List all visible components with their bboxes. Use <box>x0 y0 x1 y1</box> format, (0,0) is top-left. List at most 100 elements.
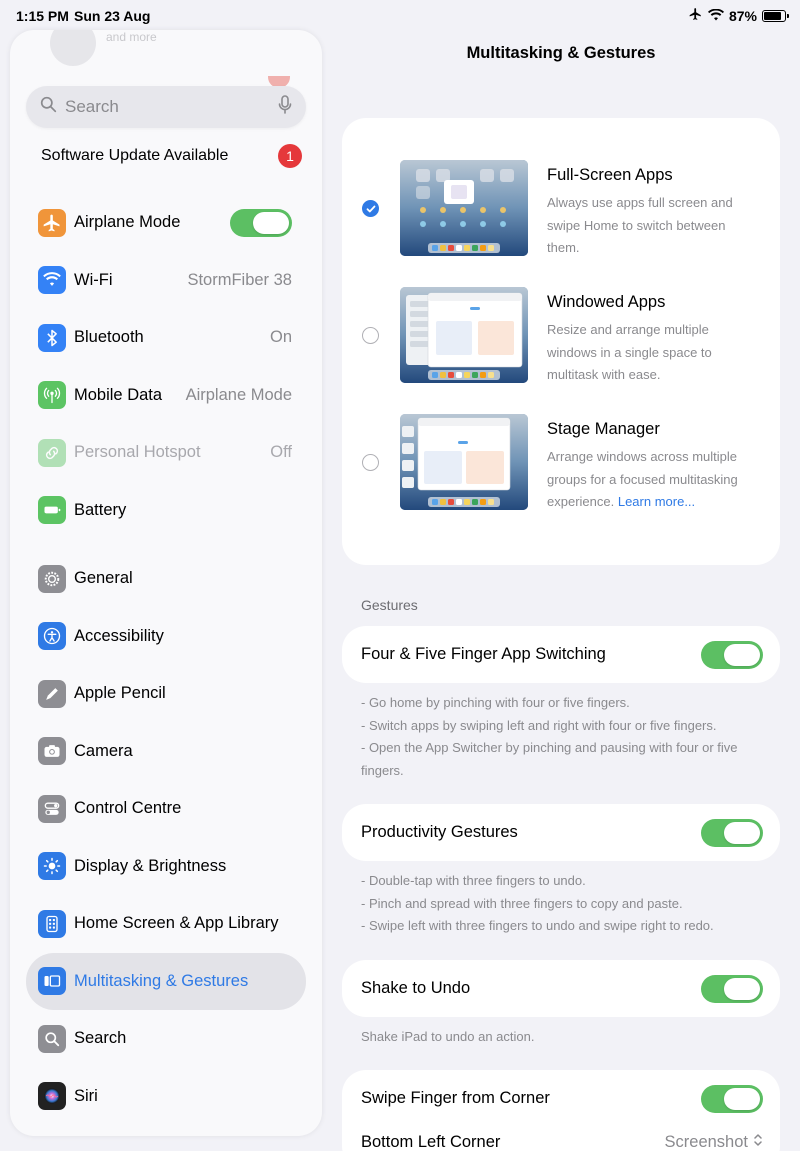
sidebar-item-control-centre[interactable]: Control Centre <box>26 780 306 838</box>
multitasking-icon <box>38 967 66 996</box>
sidebar-item-label: Multitasking & Gestures <box>74 971 249 990</box>
note-line: - Swipe left with three fingers to undo … <box>361 918 714 933</box>
magnifier-icon <box>40 96 57 118</box>
software-update-label: Software Update Available <box>41 147 229 164</box>
four-five-finger-toggle[interactable] <box>701 640 763 669</box>
sidebar-item-search[interactable]: Search <box>26 1010 306 1068</box>
row-label: Shake to Undo <box>361 979 471 997</box>
sidebar-item-label: Control Centre <box>74 799 182 818</box>
sidebar-item-label: Accessibility <box>74 626 164 645</box>
hotspot-icon <box>38 438 66 467</box>
productivity-gestures-row[interactable]: Productivity Gestures <box>342 804 780 861</box>
row-label: Four & Five Finger App Switching <box>361 645 606 663</box>
shake-to-undo-card: Shake to Undo <box>342 960 780 1017</box>
shake-to-undo-row[interactable]: Shake to Undo <box>342 960 780 1017</box>
option-stage-manager[interactable]: Stage Manager Arrange windows across mul… <box>342 414 780 524</box>
sidebar-item-general[interactable]: General <box>26 550 306 608</box>
siri-icon <box>38 1082 66 1111</box>
row-value: Screenshot <box>664 1133 748 1151</box>
battery-icon <box>38 496 66 525</box>
four-five-finger-row[interactable]: Four & Five Finger App Switching <box>342 626 780 683</box>
option-title: Stage Manager <box>547 420 660 438</box>
chevron-up-down-icon <box>753 1133 763 1151</box>
note-line: - Switch apps by swiping left and right … <box>361 717 717 733</box>
page-title: Multitasking & Gestures <box>466 44 656 62</box>
shake-note: Shake iPad to undo an action. <box>361 1029 535 1044</box>
sidebar-item-label: General <box>74 569 133 588</box>
row-label: Productivity Gestures <box>361 823 518 841</box>
sidebar-group-system: General Accessibility Apple Pencil Camera Co… <box>26 550 306 1125</box>
bottom-left-corner-row[interactable]: Bottom Left Corner Screenshot <box>342 1127 780 1151</box>
antenna-icon <box>38 381 66 410</box>
note-line: - Double-tap with three fingers to undo. <box>361 873 586 888</box>
shake-to-undo-toggle[interactable] <box>701 974 763 1003</box>
swipe-corner-row[interactable]: Swipe Finger from Corner <box>342 1070 780 1127</box>
sidebar-item-value: StormFiber 38 <box>187 270 292 289</box>
status-time: 1:15 PM <box>16 8 69 24</box>
search-field[interactable]: Search <box>26 86 306 128</box>
sidebar-item-mobile-data[interactable]: Mobile Data Airplane Mode <box>26 367 306 425</box>
note-line: - Go home by pinching with four or five … <box>361 695 630 710</box>
sidebar-item-wi-fi[interactable]: Wi-Fi StormFiber 38 <box>26 252 306 310</box>
status-date: Sun 23 Aug <box>74 8 151 24</box>
search-icon <box>38 1024 66 1053</box>
account-avatar <box>50 30 96 66</box>
airplane-mode-toggle[interactable] <box>230 208 292 237</box>
battery-status-icon <box>762 9 789 22</box>
airplane-mode-icon <box>688 7 703 24</box>
toggle-knob <box>724 977 760 1000</box>
gestures-section-header: Gestures <box>361 597 418 613</box>
option-windowed-apps[interactable]: Windowed Apps Resize and arrange multipl… <box>342 287 780 397</box>
gear-icon <box>38 564 66 593</box>
sidebar-item-home-screen-app-library[interactable]: Home Screen & App Library <box>26 895 306 953</box>
accessibility-icon <box>38 622 66 651</box>
sidebar-item-value: On <box>269 328 292 347</box>
home-grid-icon <box>38 909 66 938</box>
sidebar-item-apple-pencil[interactable]: Apple Pencil <box>26 665 306 723</box>
sidebar-item-multitasking-gestures[interactable]: Multitasking & Gestures <box>26 952 306 1010</box>
toggle-knob <box>724 1087 760 1110</box>
learn-more-link[interactable]: Learn more... <box>618 494 695 509</box>
option-full-screen-apps[interactable]: Full-Screen Apps Always use apps full sc… <box>342 160 780 270</box>
sidebar-item-siri[interactable]: Siri <box>26 1068 306 1126</box>
sidebar-item-label: Siri <box>74 1086 98 1105</box>
update-badge: 1 <box>278 144 302 168</box>
sidebar-item-label: Battery <box>74 500 127 519</box>
productivity-gestures-toggle[interactable] <box>701 818 763 847</box>
row-label: Bottom Left Corner <box>361 1133 501 1151</box>
sidebar-item-label: Wi-Fi <box>74 270 113 289</box>
swipe-corner-toggle[interactable] <box>701 1084 763 1113</box>
sidebar-item-label: Airplane Mode <box>74 213 181 232</box>
sidebar-item-label: Bluetooth <box>74 328 144 347</box>
sidebar-item-airplane-mode[interactable]: Airplane Mode <box>26 194 306 252</box>
battery-percent: 87% <box>728 7 757 24</box>
note-line: - Open the App Switcher by pinching and … <box>361 740 738 778</box>
sidebar-item-bluetooth[interactable]: Bluetooth On <box>26 309 306 367</box>
sidebar-item-value: Off <box>270 443 292 462</box>
bluetooth-icon <box>38 323 66 352</box>
radio-checked-icon[interactable] <box>362 200 379 217</box>
toggle-knob <box>724 821 760 844</box>
software-update-row[interactable]: Software Update Available 1 <box>26 140 306 172</box>
multitasking-options-card: Full-Screen Apps Always use apps full sc… <box>342 118 780 565</box>
sidebar-item-label: Mobile Data <box>74 385 163 404</box>
stage-manager-preview <box>400 414 528 510</box>
sidebar-item-accessibility[interactable]: Accessibility <box>26 608 306 666</box>
microphone-icon[interactable] <box>278 94 292 120</box>
productivity-gestures-card: Productivity Gestures <box>342 804 780 861</box>
four-five-finger-notes: - Go home by pinching with four or five … <box>361 692 766 782</box>
radio-unchecked-icon[interactable] <box>362 327 379 344</box>
sidebar: and more Search Software Update Availabl… <box>10 30 322 1136</box>
sun-icon <box>38 852 66 881</box>
note-line: - Pinch and spread with three fingers to… <box>361 895 683 911</box>
sidebar-item-personal-hotspot[interactable]: Personal Hotspot Off <box>26 424 306 482</box>
wifi-icon <box>38 266 66 295</box>
radio-unchecked-icon[interactable] <box>362 454 379 471</box>
sidebar-item-label: Display & Brightness <box>74 856 227 875</box>
windowed-preview <box>400 287 528 383</box>
sidebar-item-battery[interactable]: Battery <box>26 482 306 540</box>
row-label: Swipe Finger from Corner <box>361 1089 550 1107</box>
sidebar-item-camera[interactable]: Camera <box>26 723 306 781</box>
sidebar-item-display-brightness[interactable]: Display & Brightness <box>26 838 306 896</box>
pencil-icon <box>38 679 66 708</box>
